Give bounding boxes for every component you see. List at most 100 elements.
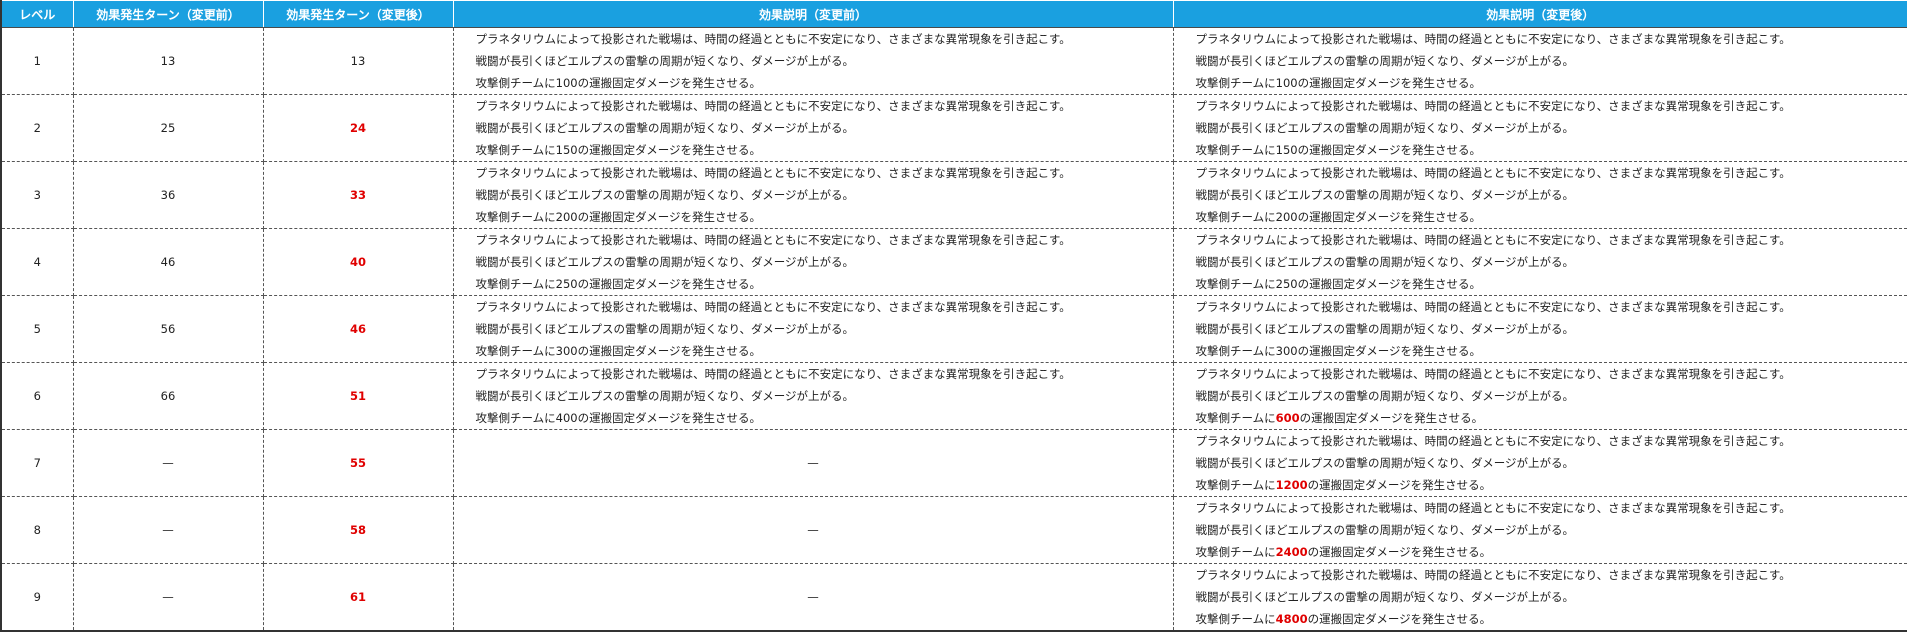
turn-after-cell: 33 (263, 162, 453, 229)
damage-value: 250 (556, 277, 578, 291)
desc-before-cell: — (453, 430, 1173, 497)
desc-line-2: 戦闘が長引くほどエルプスの雷撃の周期が短くなり、ダメージが上がる。 (476, 251, 1173, 273)
level-cell: 6 (1, 363, 73, 430)
desc-line-1: プラネタリウムによって投影された戦場は、時間の経過とともに不安定になり、さまざま… (1196, 363, 1907, 385)
desc-line-1: プラネタリウムによって投影された戦場は、時間の経過とともに不安定になり、さまざま… (1196, 497, 1907, 519)
desc-line-3: 攻撃側チームに1200の運搬固定ダメージを発生させる。 (1196, 474, 1907, 496)
desc-line-3: 攻撃側チームに200の運搬固定ダメージを発生させる。 (476, 206, 1173, 228)
desc-after-cell: プラネタリウムによって投影された戦場は、時間の経過とともに不安定になり、さまざま… (1173, 296, 1907, 363)
desc-line-1: プラネタリウムによって投影された戦場は、時間の経過とともに不安定になり、さまざま… (476, 162, 1173, 184)
turn-before-cell: 46 (73, 229, 263, 296)
desc-before-cell: プラネタリウムによって投影された戦場は、時間の経過とともに不安定になり、さまざま… (453, 296, 1173, 363)
desc-line-1: プラネタリウムによって投影された戦場は、時間の経過とともに不安定になり、さまざま… (476, 28, 1173, 50)
desc-line-2: 戦闘が長引くほどエルプスの雷撃の周期が短くなり、ダメージが上がる。 (1196, 586, 1907, 608)
turn-before-cell: — (73, 564, 263, 632)
desc-line-3: 攻撃側チームに250の運搬固定ダメージを発生させる。 (1196, 273, 1907, 295)
desc-line-2: 戦闘が長引くほどエルプスの雷撃の周期が短くなり、ダメージが上がる。 (476, 50, 1173, 72)
level-cell: 2 (1, 95, 73, 162)
desc-after-cell: プラネタリウムによって投影された戦場は、時間の経過とともに不安定になり、さまざま… (1173, 564, 1907, 632)
desc-line-1: プラネタリウムによって投影された戦場は、時間の経過とともに不安定になり、さまざま… (1196, 95, 1907, 117)
desc-before-cell: — (453, 497, 1173, 564)
desc-before-cell: — (453, 564, 1173, 632)
desc-line-2: 戦闘が長引くほどエルプスの雷撃の周期が短くなり、ダメージが上がる。 (476, 184, 1173, 206)
desc-after-cell: プラネタリウムによって投影された戦場は、時間の経過とともに不安定になり、さまざま… (1173, 497, 1907, 564)
level-cell: 1 (1, 28, 73, 95)
skill-change-table: レベル 効果発生ターン（変更前） 効果発生ターン（変更後） 効果説明（変更前） … (0, 0, 1907, 632)
turn-after-cell: 51 (263, 363, 453, 430)
damage-value: 100 (1276, 76, 1298, 90)
desc-line-1: プラネタリウムによって投影された戦場は、時間の経過とともに不安定になり、さまざま… (476, 363, 1173, 385)
table-row: 33633プラネタリウムによって投影された戦場は、時間の経過とともに不安定になり… (1, 162, 1907, 229)
header-level: レベル (1, 1, 73, 28)
desc-line-2: 戦闘が長引くほどエルプスの雷撃の周期が短くなり、ダメージが上がる。 (1196, 251, 1907, 273)
turn-before-cell: 13 (73, 28, 263, 95)
desc-after-cell: プラネタリウムによって投影された戦場は、時間の経過とともに不安定になり、さまざま… (1173, 28, 1907, 95)
damage-value: 200 (556, 210, 578, 224)
desc-line-1: プラネタリウムによって投影された戦場は、時間の経過とともに不安定になり、さまざま… (476, 95, 1173, 117)
desc-after-cell: プラネタリウムによって投影された戦場は、時間の経過とともに不安定になり、さまざま… (1173, 229, 1907, 296)
turn-before-cell: 66 (73, 363, 263, 430)
desc-line-3: 攻撃側チームに100の運搬固定ダメージを発生させる。 (1196, 72, 1907, 94)
desc-line-1: プラネタリウムによって投影された戦場は、時間の経過とともに不安定になり、さまざま… (476, 296, 1173, 318)
turn-after-cell: 55 (263, 430, 453, 497)
turn-after-cell: 58 (263, 497, 453, 564)
turn-after-cell: 40 (263, 229, 453, 296)
desc-after-cell: プラネタリウムによって投影された戦場は、時間の経過とともに不安定になり、さまざま… (1173, 430, 1907, 497)
desc-line-2: 戦闘が長引くほどエルプスの雷撃の周期が短くなり、ダメージが上がる。 (476, 117, 1173, 139)
desc-line-2: 戦闘が長引くほどエルプスの雷撃の周期が短くなり、ダメージが上がる。 (1196, 519, 1907, 541)
desc-line-2: 戦闘が長引くほどエルプスの雷撃の周期が短くなり、ダメージが上がる。 (1196, 50, 1907, 72)
damage-value: 300 (556, 344, 578, 358)
desc-line-3: 攻撃側チームに100の運搬固定ダメージを発生させる。 (476, 72, 1173, 94)
damage-value: 600 (1276, 411, 1300, 425)
desc-line-1: プラネタリウムによって投影された戦場は、時間の経過とともに不安定になり、さまざま… (476, 229, 1173, 251)
desc-line-1: プラネタリウムによって投影された戦場は、時間の経過とともに不安定になり、さまざま… (1196, 564, 1907, 586)
damage-value: 250 (1276, 277, 1298, 291)
turn-after-cell: 24 (263, 95, 453, 162)
desc-line-1: プラネタリウムによって投影された戦場は、時間の経過とともに不安定になり、さまざま… (1196, 28, 1907, 50)
desc-line-3: 攻撃側チームに300の運搬固定ダメージを発生させる。 (476, 340, 1173, 362)
desc-after-cell: プラネタリウムによって投影された戦場は、時間の経過とともに不安定になり、さまざま… (1173, 162, 1907, 229)
desc-line-3: 攻撃側チームに250の運搬固定ダメージを発生させる。 (476, 273, 1173, 295)
damage-value: 150 (1276, 143, 1298, 157)
damage-value: 300 (1276, 344, 1298, 358)
damage-value: 2400 (1276, 545, 1308, 559)
damage-value: 100 (556, 76, 578, 90)
header-row: レベル 効果発生ターン（変更前） 効果発生ターン（変更後） 効果説明（変更前） … (1, 1, 1907, 28)
turn-after-cell: 46 (263, 296, 453, 363)
desc-line-1: プラネタリウムによって投影された戦場は、時間の経過とともに不安定になり、さまざま… (1196, 229, 1907, 251)
damage-value: 1200 (1276, 478, 1308, 492)
desc-line-3: 攻撃側チームに200の運搬固定ダメージを発生させる。 (1196, 206, 1907, 228)
table-row: 8—58—プラネタリウムによって投影された戦場は、時間の経過とともに不安定になり… (1, 497, 1907, 564)
table-row: 9—61—プラネタリウムによって投影された戦場は、時間の経過とともに不安定になり… (1, 564, 1907, 632)
desc-line-3: 攻撃側チームに150の運搬固定ダメージを発生させる。 (1196, 139, 1907, 161)
desc-line-2: 戦闘が長引くほどエルプスの雷撃の周期が短くなり、ダメージが上がる。 (1196, 184, 1907, 206)
turn-before-cell: — (73, 497, 263, 564)
desc-before-cell: プラネタリウムによって投影された戦場は、時間の経過とともに不安定になり、さまざま… (453, 95, 1173, 162)
desc-before-cell: プラネタリウムによって投影された戦場は、時間の経過とともに不安定になり、さまざま… (453, 28, 1173, 95)
desc-line-3: 攻撃側チームに300の運搬固定ダメージを発生させる。 (1196, 340, 1907, 362)
desc-line-2: 戦闘が長引くほどエルプスの雷撃の周期が短くなり、ダメージが上がる。 (1196, 385, 1907, 407)
level-cell: 7 (1, 430, 73, 497)
turn-before-cell: 25 (73, 95, 263, 162)
header-turn-before: 効果発生ターン（変更前） (73, 1, 263, 28)
header-turn-after: 効果発生ターン（変更後） (263, 1, 453, 28)
level-cell: 5 (1, 296, 73, 363)
desc-before-cell: プラネタリウムによって投影された戦場は、時間の経過とともに不安定になり、さまざま… (453, 363, 1173, 430)
table-row: 22524 プラネタリウムによって投影された戦場は、時間の経過とともに不安定になり… (1, 95, 1907, 162)
desc-line-3: 攻撃側チームに4800の運搬固定ダメージを発生させる。 (1196, 608, 1907, 630)
desc-line-2: 戦闘が長引くほどエルプスの雷撃の周期が短くなり、ダメージが上がる。 (1196, 117, 1907, 139)
header-desc-before: 効果説明（変更前） (453, 1, 1173, 28)
turn-before-cell: 56 (73, 296, 263, 363)
level-cell: 8 (1, 497, 73, 564)
desc-line-3: 攻撃側チームに2400の運搬固定ダメージを発生させる。 (1196, 541, 1907, 563)
level-cell: 3 (1, 162, 73, 229)
turn-after-cell: 13 (263, 28, 453, 95)
desc-after-cell: プラネタリウムによって投影された戦場は、時間の経過とともに不安定になり、さまざま… (1173, 95, 1907, 162)
table-row: 7—55—プラネタリウムによって投影された戦場は、時間の経過とともに不安定になり… (1, 430, 1907, 497)
table-row: 11313プラネタリウムによって投影された戦場は、時間の経過とともに不安定になり… (1, 28, 1907, 95)
desc-line-1: プラネタリウムによって投影された戦場は、時間の経過とともに不安定になり、さまざま… (1196, 430, 1907, 452)
desc-line-2: 戦闘が長引くほどエルプスの雷撃の周期が短くなり、ダメージが上がる。 (1196, 318, 1907, 340)
desc-line-1: プラネタリウムによって投影された戦場は、時間の経過とともに不安定になり、さまざま… (1196, 296, 1907, 318)
desc-line-1: プラネタリウムによって投影された戦場は、時間の経過とともに不安定になり、さまざま… (1196, 162, 1907, 184)
desc-line-2: 戦闘が長引くほどエルプスの雷撃の周期が短くなり、ダメージが上がる。 (476, 385, 1173, 407)
